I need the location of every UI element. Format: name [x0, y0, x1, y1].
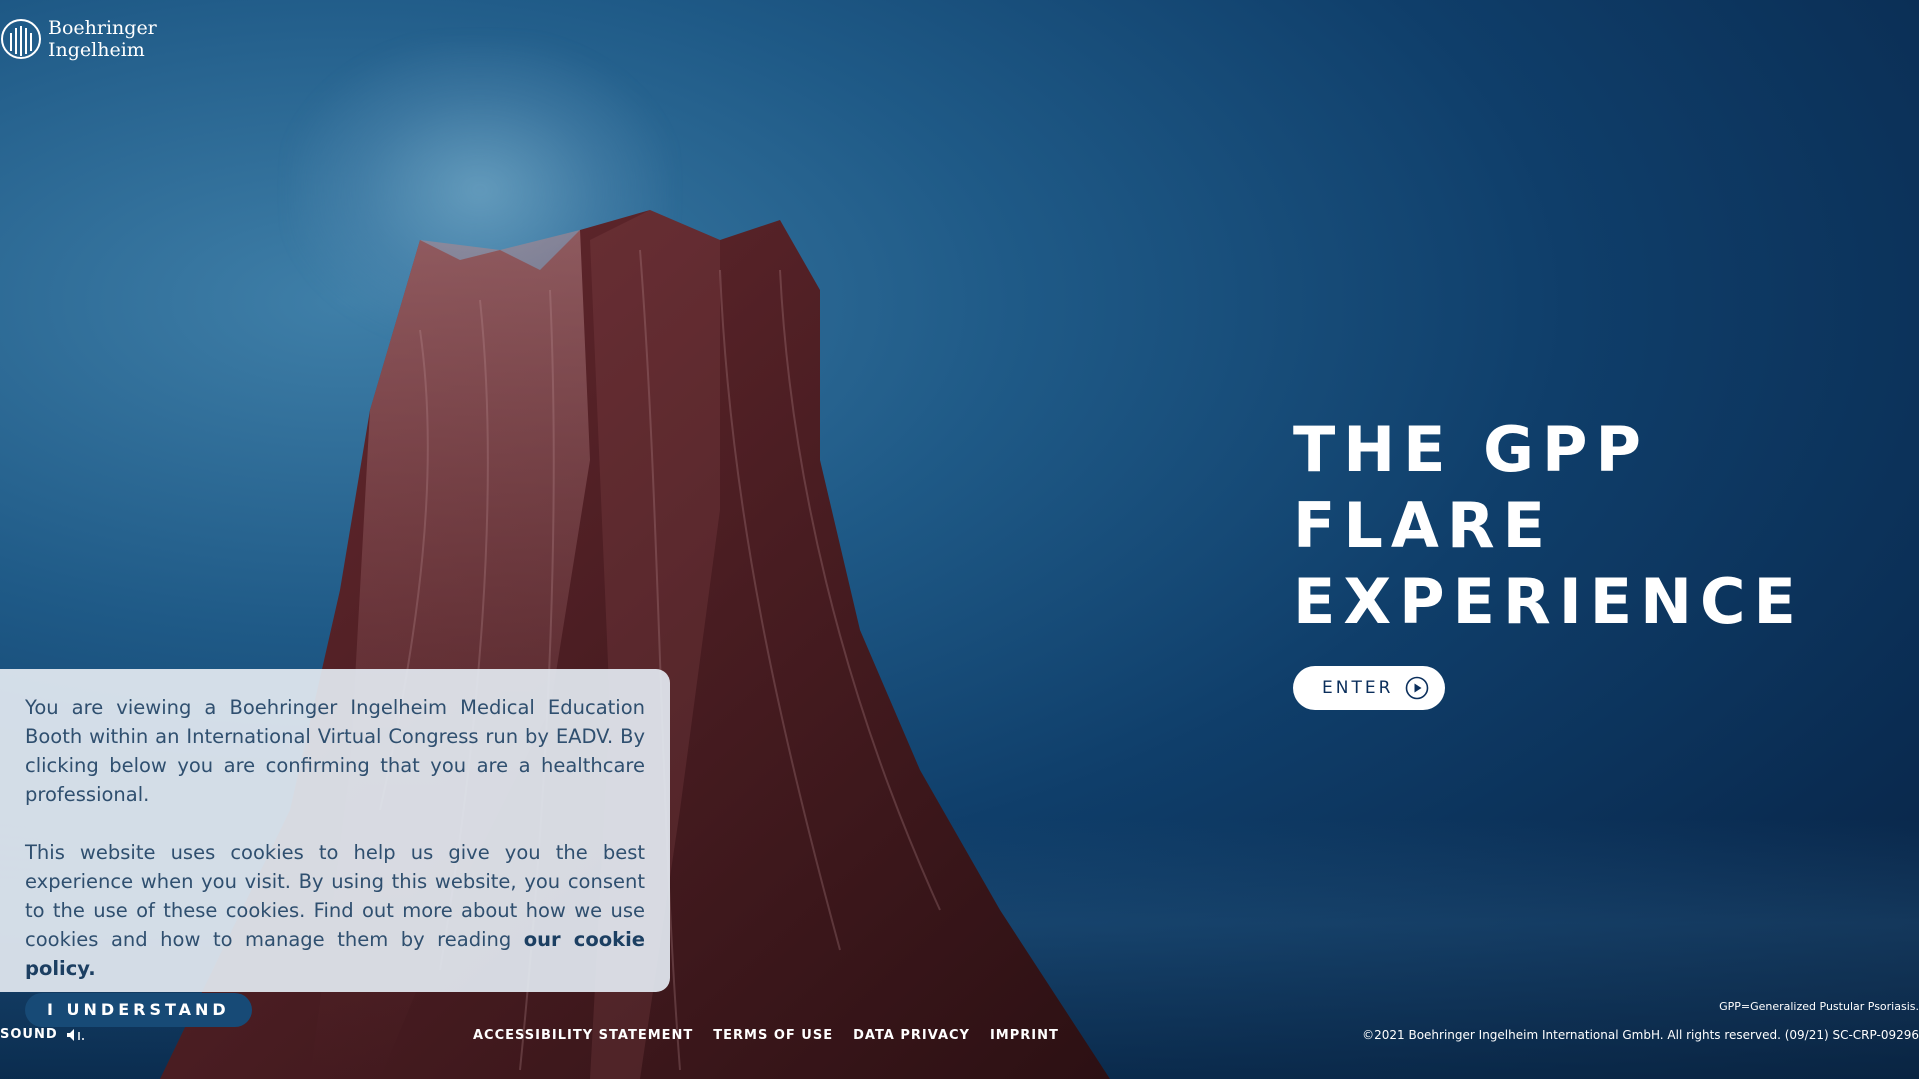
brand-line-2: Ingelheim: [48, 39, 145, 61]
terms-of-use-link[interactable]: TERMS OF USE: [713, 1028, 833, 1043]
cookie-consent-panel: You are viewing a Boehringer Ingelheim M…: [0, 669, 670, 1027]
copyright-text: ©2021 Boehringer Ingelheim International…: [1362, 1028, 1919, 1042]
hero-section: THE GPP FLARE EXPERIENCE ENTER: [1293, 412, 1804, 710]
brand-name: Boehringer Ingelheim: [48, 17, 157, 61]
hcp-notice-text: You are viewing a Boehringer Ingelheim M…: [25, 696, 645, 806]
enter-button-label: ENTER: [1322, 678, 1394, 698]
footer-links: ACCESSIBILITY STATEMENT TERMS OF USE DAT…: [473, 1028, 1059, 1043]
brand-line-1: Boehringer: [48, 17, 157, 39]
imprint-link[interactable]: IMPRINT: [990, 1028, 1059, 1043]
gpp-definition-note: GPP=Generalized Pustular Psoriasis.: [1719, 1000, 1919, 1013]
boehringer-logo-icon: [1, 19, 41, 59]
sound-label: SOUND: [0, 1027, 58, 1042]
sound-toggle[interactable]: SOUND: [0, 1027, 88, 1042]
cookie-notice-text: This website uses cookies to help us giv…: [25, 838, 645, 983]
hero-title-line-2: FLARE: [1293, 489, 1553, 562]
brand-logo[interactable]: Boehringer Ingelheim: [0, 17, 157, 61]
data-privacy-link[interactable]: DATA PRIVACY: [853, 1028, 970, 1043]
accessibility-statement-link[interactable]: ACCESSIBILITY STATEMENT: [473, 1028, 693, 1043]
hero-title: THE GPP FLARE EXPERIENCE: [1293, 412, 1804, 640]
i-understand-button[interactable]: I UNDERSTAND: [25, 993, 252, 1027]
speaker-icon: [66, 1028, 84, 1041]
hero-title-line-3: EXPERIENCE: [1293, 565, 1804, 638]
hero-title-line-1: THE GPP: [1293, 413, 1649, 486]
play-circle-icon: [1406, 676, 1429, 700]
enter-button[interactable]: ENTER: [1293, 666, 1446, 710]
